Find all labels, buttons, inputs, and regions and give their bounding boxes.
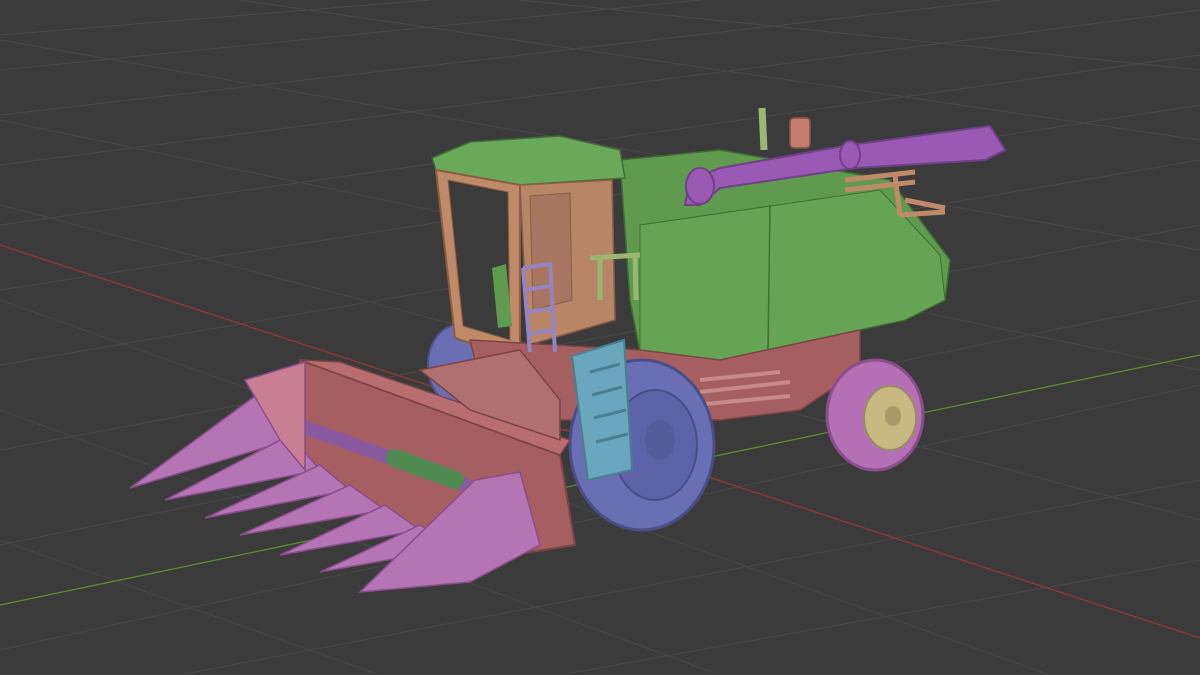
front-wheel-hub — [645, 420, 675, 460]
viewport-canvas[interactable] — [0, 0, 1200, 675]
exhaust-stack — [758, 107, 768, 151]
air-intake — [789, 117, 811, 149]
floor-grid — [0, 0, 1200, 675]
auger-joint-2 — [685, 167, 715, 205]
3d-viewport[interactable] — [0, 0, 1200, 675]
auger-joint-1 — [839, 140, 861, 170]
combine-harvester-model[interactable] — [129, 107, 1007, 593]
rear-wheel-hub-center — [885, 406, 901, 426]
